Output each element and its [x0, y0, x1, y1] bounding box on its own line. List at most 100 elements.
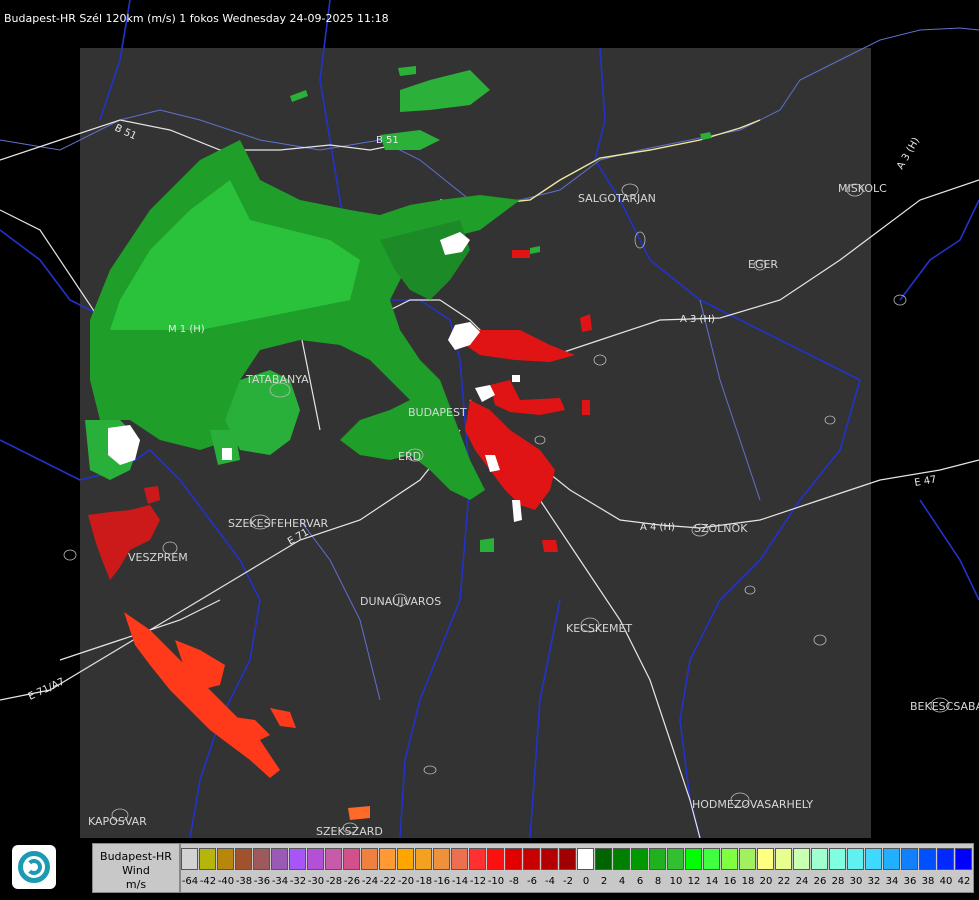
radar-map: SALGOTARJAN MISKOLC EGER TATABANYA BUDAP… [0, 0, 979, 900]
city-tatabanya: TATABANYA [245, 373, 309, 386]
city-hodmezovasarhely: HODMEZOVASARHELY [692, 798, 813, 811]
legend-tick-label: 20 [759, 876, 773, 887]
legend-tick-label: 24 [795, 876, 809, 887]
legend-tick-label: -64 [181, 876, 199, 887]
legend-tick-label: -32 [289, 876, 307, 887]
legend-swatch [829, 848, 846, 870]
legend-swatch [901, 848, 918, 870]
legend-tick-label: 14 [705, 876, 719, 887]
legend-swatch [199, 848, 216, 870]
road-label-a3: A 3 (H) [680, 314, 715, 325]
legend-swatch [721, 848, 738, 870]
legend-swatch [793, 848, 810, 870]
legend-swatch [487, 848, 504, 870]
legend-swatch [469, 848, 486, 870]
legend-tick-label: 10 [669, 876, 683, 887]
legend-tick-label: 40 [939, 876, 953, 887]
legend-tick-label: 30 [849, 876, 863, 887]
legend-swatch [847, 848, 864, 870]
legend-swatches [181, 848, 973, 870]
city-erd: ERD [398, 450, 421, 463]
legend-swatch [289, 848, 306, 870]
legend-swatch [595, 848, 612, 870]
city-miskolc: MISKOLC [838, 182, 887, 195]
legend-tick-label: 16 [723, 876, 737, 887]
city-veszprem: VESZPREM [128, 551, 188, 564]
legend-line-unit: m/s [125, 878, 147, 891]
legend-swatch [883, 848, 900, 870]
legend-swatch [253, 848, 270, 870]
legend-tick-label: 36 [903, 876, 917, 887]
road-label-m1: M 1 (H) [168, 324, 205, 335]
legend-swatch [811, 848, 828, 870]
legend-swatch [451, 848, 468, 870]
legend-swatch [685, 848, 702, 870]
legend-tick-label: 26 [813, 876, 827, 887]
legend-tick-label: 4 [618, 876, 626, 887]
legend-swatch [667, 848, 684, 870]
legend-tick-label: -36 [253, 876, 271, 887]
city-szekszard: SZEKSZARD [316, 825, 383, 838]
legend-tick-label: 28 [831, 876, 845, 887]
legend-tick-label: -42 [199, 876, 217, 887]
legend-tick-label: -6 [527, 876, 537, 887]
city-kecskemet: KECSKEMET [566, 622, 632, 635]
map-header-title: Budapest-HR Szél 120km (m/s) 1 fokos Wed… [4, 12, 389, 25]
legend-tick-label: 38 [921, 876, 935, 887]
legend-swatch [433, 848, 450, 870]
legend-tick-label: 18 [741, 876, 755, 887]
legend-tick-label: 42 [957, 876, 971, 887]
legend-line-product: Wind [122, 864, 150, 877]
legend-tick-label: 22 [777, 876, 791, 887]
legend-line-radar: Budapest-HR [100, 850, 172, 863]
legend-swatch [397, 848, 414, 870]
legend-swatch [865, 848, 882, 870]
city-szolnok: SZOLNOK [694, 522, 748, 535]
legend-swatch [325, 848, 342, 870]
road-label-a4: A 4 (H) [640, 522, 675, 533]
city-budapest: BUDAPEST [408, 406, 467, 419]
city-kaposvar: KAPOSVAR [88, 815, 147, 828]
legend-tick-label: -8 [509, 876, 519, 887]
legend-tick-label: -14 [451, 876, 469, 887]
legend-tick-label: 12 [687, 876, 701, 887]
legend-swatch [577, 848, 594, 870]
legend-tick-label: -30 [307, 876, 325, 887]
legend-swatch [181, 848, 198, 870]
legend-tick-label: -40 [217, 876, 235, 887]
city-eger: EGER [748, 258, 778, 271]
legend-swatch [649, 848, 666, 870]
legend-tick-label: -24 [361, 876, 379, 887]
legend-tick-label: -28 [325, 876, 343, 887]
legend-tick-label: -4 [545, 876, 555, 887]
legend-swatch [919, 848, 936, 870]
legend-swatch [523, 848, 540, 870]
legend-tick-label: 8 [654, 876, 662, 887]
legend-swatch [415, 848, 432, 870]
legend-tick-label: -20 [397, 876, 415, 887]
legend-tick-label: 32 [867, 876, 881, 887]
legend-tick-label: -2 [563, 876, 573, 887]
legend-title: Budapest-HR Wind m/s [92, 843, 180, 893]
legend-swatch [775, 848, 792, 870]
legend-swatch [757, 848, 774, 870]
legend-tick-label: -26 [343, 876, 361, 887]
legend-swatch [505, 848, 522, 870]
met-service-logo [12, 845, 56, 889]
legend-tick-label: -18 [415, 876, 433, 887]
legend-swatch [271, 848, 288, 870]
legend-tick-label: -34 [271, 876, 289, 887]
legend-swatch [361, 848, 378, 870]
legend-tick-label: -38 [235, 876, 253, 887]
road-label-b51: B 51 [376, 135, 399, 146]
legend-tick-label: 6 [636, 876, 644, 887]
legend-tick-label: -22 [379, 876, 397, 887]
legend-swatch [541, 848, 558, 870]
city-dunaujvaros: DUNAUJVAROS [360, 595, 441, 608]
legend-swatch [307, 848, 324, 870]
legend-ticks: -64 -42 -40 -38 -36 -34 -32 -30 -28 -26 -24 -22 -20-… [181, 876, 973, 887]
legend-swatch [613, 848, 630, 870]
legend-tick-label: -12 [469, 876, 487, 887]
city-salgotarjan: SALGOTARJAN [578, 192, 656, 205]
city-bekescsaba: BEKESCSABA [910, 700, 979, 713]
